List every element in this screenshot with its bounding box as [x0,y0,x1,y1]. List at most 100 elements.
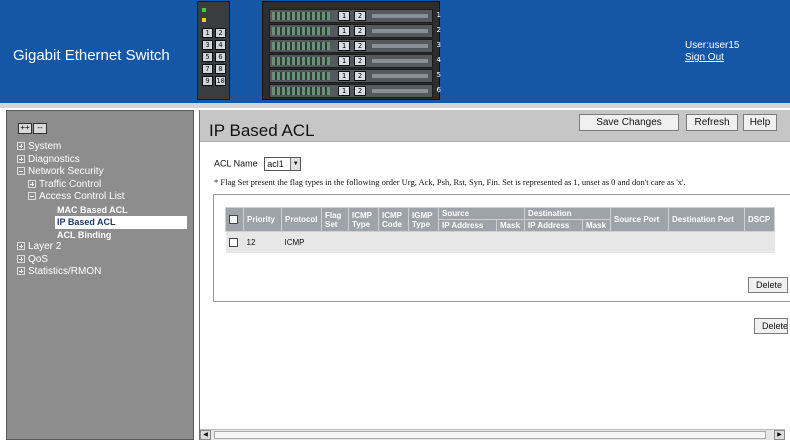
main-content: IP Based ACL Save Changes Refresh Help A… [199,110,790,440]
fan-grill-icon [272,87,330,95]
row-select-cell [225,231,244,253]
acl-name-select[interactable]: acl1 ▼ [264,157,302,171]
slot-handle-icon [372,44,428,48]
switch-port-icon: 9 [202,76,213,86]
acl-rules-table: Priority Protocol Flag Set ICMP Type ICM… [225,207,775,253]
slot-port-icon: 1 [338,86,350,96]
cell-protocol: ICMP [281,231,322,253]
switch-port-icon: 7 [202,64,213,74]
slot-handle-icon [372,74,428,78]
header-divider [0,103,790,108]
col-dscp: DSCP [744,207,775,232]
nav-item-access-control-list[interactable]: Access Control List [17,191,191,204]
nav-item-statistics-rmon[interactable]: Statistics/RMON [17,266,191,279]
nav-item-traffic-control[interactable]: Traffic Control [17,179,191,192]
collapse-minus-icon[interactable] [17,167,25,175]
page-title: IP Based ACL [209,121,315,140]
acl-name-value: acl1 [267,159,284,169]
cell-icmp-code [378,231,409,253]
nav-item-diagnostics[interactable]: Diagnostics [17,154,191,167]
table-row[interactable]: 12 ICMP [225,231,775,253]
refresh-button[interactable]: Refresh [686,114,738,131]
nav-item-mac-based-acl[interactable]: MAC Based ACL [17,204,191,217]
nav-item-label: Traffic Control [39,178,102,190]
expand-plus-icon[interactable] [17,254,25,263]
switch-port-icon: 2 [215,28,226,38]
nav-item-label: Network Security [28,166,104,177]
nav-item-label: QoS [28,253,49,265]
col-flag-set: Flag Set [321,207,349,232]
col-source-ip: IP Address [438,219,497,232]
col-igmp-type: IGMP Type [408,207,439,232]
nav-item-layer-2[interactable]: Layer 2 [17,241,191,254]
nav-item-label: Statistics/RMON [28,266,102,277]
select-all-checkbox[interactable] [229,215,238,225]
slot-number: 2 [436,26,441,34]
nav-item-label: Layer 2 [28,241,62,252]
help-button[interactable]: Help [743,114,777,131]
slot-number: 5 [436,71,441,79]
slot-port-icon: 2 [354,41,366,51]
nav-item-ip-based-acl[interactable]: IP Based ACL [55,216,187,229]
delete-rule-button[interactable]: Delete [748,277,788,293]
switch-port-icon: 10 [215,76,226,86]
fan-grill-icon [272,27,330,35]
dropdown-arrow-icon: ▼ [290,158,301,170]
horizontal-scrollbar[interactable]: ◀ ▶ [200,429,785,440]
col-source-port: Source Port [610,207,669,232]
cell-dscp [744,231,775,253]
slot-port-icon: 1 [338,26,350,36]
chassis-slot: 122 [269,24,441,38]
nav-item-acl-binding[interactable]: ACL Binding [17,229,191,242]
slot-port-icon: 2 [354,11,366,21]
nav-item-label: Access Control List [39,191,125,202]
expand-all-button[interactable]: ++ [18,123,32,134]
nav-item-qos[interactable]: QoS [17,254,191,267]
nav-item-label: IP Based ACL [57,217,116,227]
cell-source-ip [438,231,497,253]
led-yellow-indicator [202,18,206,22]
switch-port-icon: 6 [215,52,226,62]
flag-set-note: * Flag Set present the flag types in the… [214,177,686,187]
col-source-mask: Mask [496,219,525,232]
expand-plus-icon[interactable] [28,179,36,188]
expand-plus-icon[interactable] [17,154,25,163]
slot-port-icon: 1 [338,56,350,66]
title-bar: IP Based ACL Save Changes Refresh Help [200,110,790,142]
col-destination-port: Destination Port [668,207,745,232]
chassis-slot: 12 5 [269,69,441,83]
delete-acl-button[interactable]: Delete [754,318,788,334]
slot-handle-icon [372,89,428,93]
scroll-left-arrow-icon[interactable]: ◀ [200,430,211,440]
switch-chassis-large: 121122123124125126 [262,1,441,100]
nav-expand-controls: ++ -- [18,117,48,135]
nav-item-label: Diagnostics [28,153,80,165]
switch-front-panel-small: 1 2 3 4 5 6 7 8 9 10 [197,1,230,100]
expand-plus-icon[interactable] [17,142,25,150]
select-all-header [225,207,244,232]
nav-item-label: System [28,141,62,152]
expand-plus-icon[interactable] [17,242,25,250]
chassis-slot: 12 4 [269,54,441,68]
scroll-right-arrow-icon[interactable]: ▶ [774,430,785,440]
nav-item-system[interactable]: System [17,141,191,154]
slot-handle-icon [372,29,428,33]
app-title: Gigabit Ethernet Switch [13,47,170,64]
led-green-indicator [202,8,206,12]
collapse-minus-icon[interactable] [28,192,36,200]
expand-plus-icon[interactable] [17,267,25,275]
nav-item-label: ACL Binding [57,229,112,240]
slot-port-icon: 1 [338,11,350,21]
row-checkbox[interactable] [228,237,238,247]
save-changes-button[interactable]: Save Changes [579,114,679,131]
collapse-all-button[interactable]: -- [33,123,47,134]
sign-out-link[interactable]: Sign Out [685,52,739,64]
slot-port-icon: 2 [354,26,366,36]
navigation-tree: System Diagnostics Network Security Traffic… [17,141,191,279]
slot-handle-icon [372,59,428,63]
fan-grill-icon [272,57,330,65]
scrollbar-thumb[interactable] [214,431,766,439]
nav-item-network-security[interactable]: Network Security [17,166,191,179]
col-protocol: Protocol [281,207,322,232]
switch-port-icon: 5 [202,52,213,62]
